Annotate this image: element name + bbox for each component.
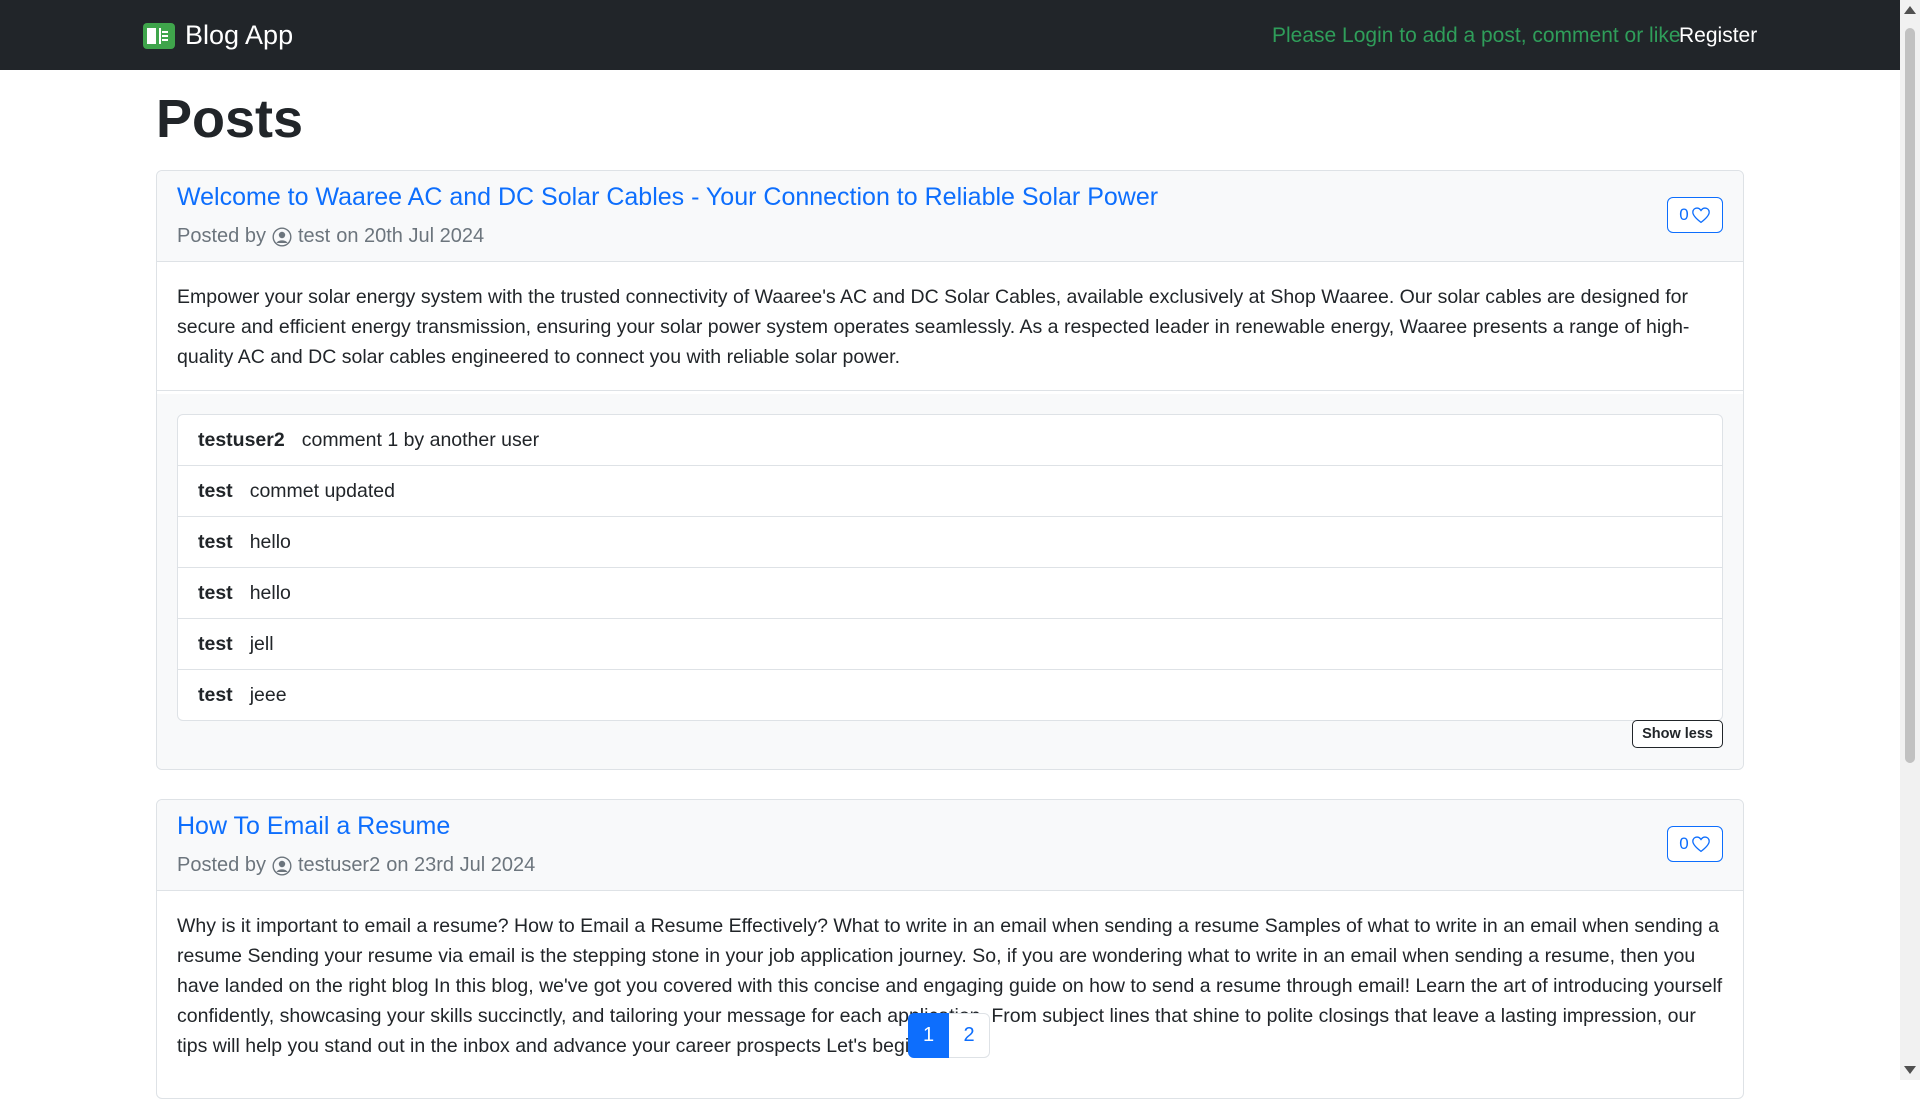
post-date: on 23rd Jul 2024 — [386, 854, 536, 876]
login-note: Please Login to add a post, comment or l… — [1272, 24, 1681, 47]
comment-text: hello — [249, 530, 291, 553]
post-date: on 20th Jul 2024 — [336, 225, 485, 247]
like-count: 0 — [1679, 205, 1689, 224]
journal-icon — [143, 22, 175, 49]
comment-list: testuser2 comment 1 by another user test… — [177, 414, 1723, 721]
heart-icon — [1691, 836, 1710, 853]
comment-text: comment 1 by another user — [301, 428, 540, 451]
like-button[interactable]: 0 — [1667, 826, 1723, 862]
comment-author: test — [198, 683, 233, 706]
post-meta: Posted by testuser2 on 23rd Jul 2024 — [177, 854, 535, 877]
page-link-2[interactable]: 2 — [949, 1013, 990, 1058]
comment-item: test jell — [178, 619, 1722, 670]
comment-text: hello — [249, 581, 291, 604]
comment-text: jeee — [249, 683, 287, 706]
show-less-button[interactable]: Show less — [1632, 720, 1723, 748]
navbar: Blog App Please Login to add a post, com… — [0, 0, 1900, 70]
like-count: 0 — [1679, 834, 1689, 853]
comment-author: test — [198, 530, 233, 553]
like-button[interactable]: 0 — [1667, 197, 1723, 233]
post-author: testuser2 — [297, 854, 381, 876]
comments-section: testuser2 comment 1 by another user test… — [157, 394, 1743, 769]
post-body: Empower your solar energy system with th… — [157, 262, 1743, 391]
scrollbar[interactable] — [1900, 0, 1920, 1080]
post-card: Welcome to Waaree AC and DC Solar Cables… — [156, 170, 1744, 770]
comment-item: test hello — [178, 517, 1722, 568]
comment-item: test jeee — [178, 670, 1722, 720]
brand[interactable]: Blog App — [143, 20, 293, 51]
scroll-thumb[interactable] — [1905, 28, 1915, 763]
register-link[interactable]: Register — [1679, 24, 1757, 48]
page-title: Posts — [156, 89, 304, 149]
comment-text: jell — [249, 632, 274, 655]
pagination: 1 2 — [908, 1013, 990, 1058]
post-title-link[interactable]: Welcome to Waaree AC and DC Solar Cables… — [177, 183, 1158, 212]
comment-item: testuser2 comment 1 by another user — [178, 415, 1722, 466]
comment-author: test — [198, 632, 233, 655]
post-title-link[interactable]: How To Email a Resume — [177, 812, 450, 841]
page-link-1[interactable]: 1 — [908, 1013, 949, 1058]
comment-item: test commet updated — [178, 466, 1722, 517]
post-header: Welcome to Waaree AC and DC Solar Cables… — [157, 171, 1743, 262]
heart-icon — [1691, 207, 1710, 224]
post-header: How To Email a Resume Posted by testuser… — [157, 800, 1743, 891]
post-author: test — [297, 225, 331, 247]
brand-name: Blog App — [185, 20, 294, 50]
comment-author: testuser2 — [198, 428, 285, 451]
user-circle-icon — [272, 855, 292, 876]
comment-author: test — [198, 479, 233, 502]
scroll-up-arrow-icon[interactable] — [1904, 6, 1916, 14]
user-circle-icon — [272, 226, 292, 247]
comment-author: test — [198, 581, 233, 604]
comment-text: commet updated — [249, 479, 395, 502]
post-meta: Posted by test on 20th Jul 2024 — [177, 225, 484, 248]
posted-by-label: Posted by — [177, 854, 266, 876]
posted-by-label: Posted by — [177, 225, 266, 247]
scroll-down-arrow-icon[interactable] — [1904, 1066, 1916, 1074]
comment-item: test hello — [178, 568, 1722, 619]
